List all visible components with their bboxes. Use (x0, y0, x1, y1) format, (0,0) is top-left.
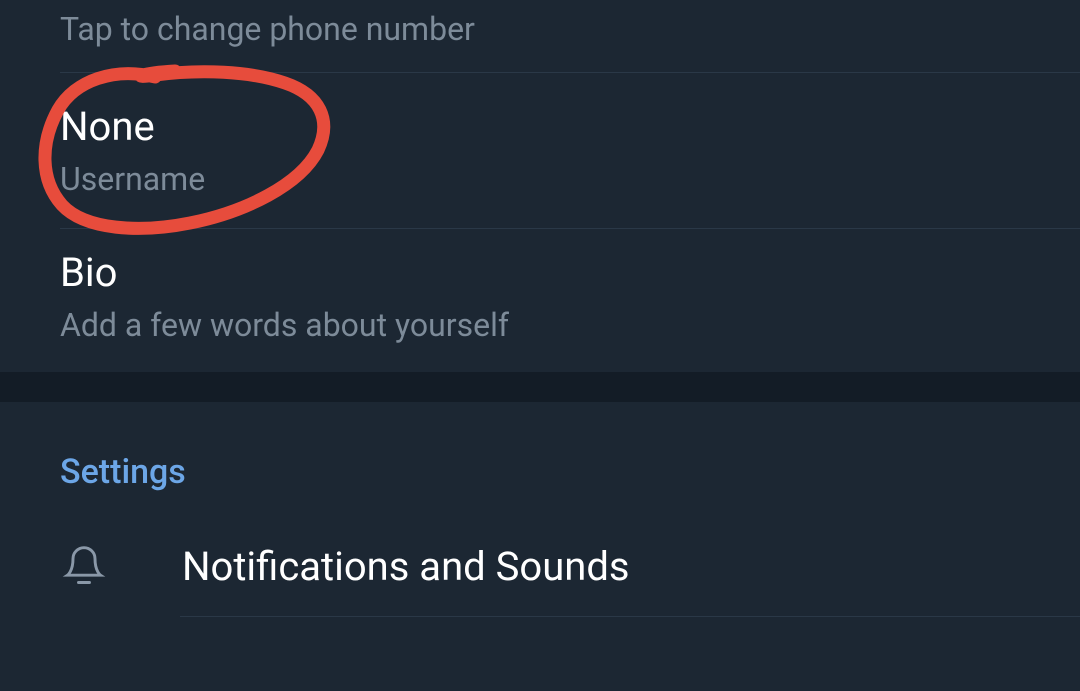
phone-number-row[interactable]: Tap to change phone number (0, 0, 1080, 72)
bio-title: Bio (60, 249, 1020, 296)
divider (180, 616, 1080, 617)
bell-icon (60, 542, 108, 590)
settings-item-label: Notifications and Sounds (182, 543, 630, 590)
settings-item-notifications[interactable]: Notifications and Sounds (0, 522, 1080, 616)
username-row[interactable]: None Username (0, 73, 1080, 228)
bio-row[interactable]: Bio Add a few words about yourself (0, 229, 1080, 372)
phone-hint-text: Tap to change phone number (60, 10, 475, 48)
bio-hint: Add a few words about yourself (60, 306, 1020, 344)
username-label: Username (60, 160, 1020, 198)
username-value: None (60, 103, 1020, 150)
settings-section-header: Settings (0, 402, 1080, 522)
section-gap (0, 372, 1080, 402)
